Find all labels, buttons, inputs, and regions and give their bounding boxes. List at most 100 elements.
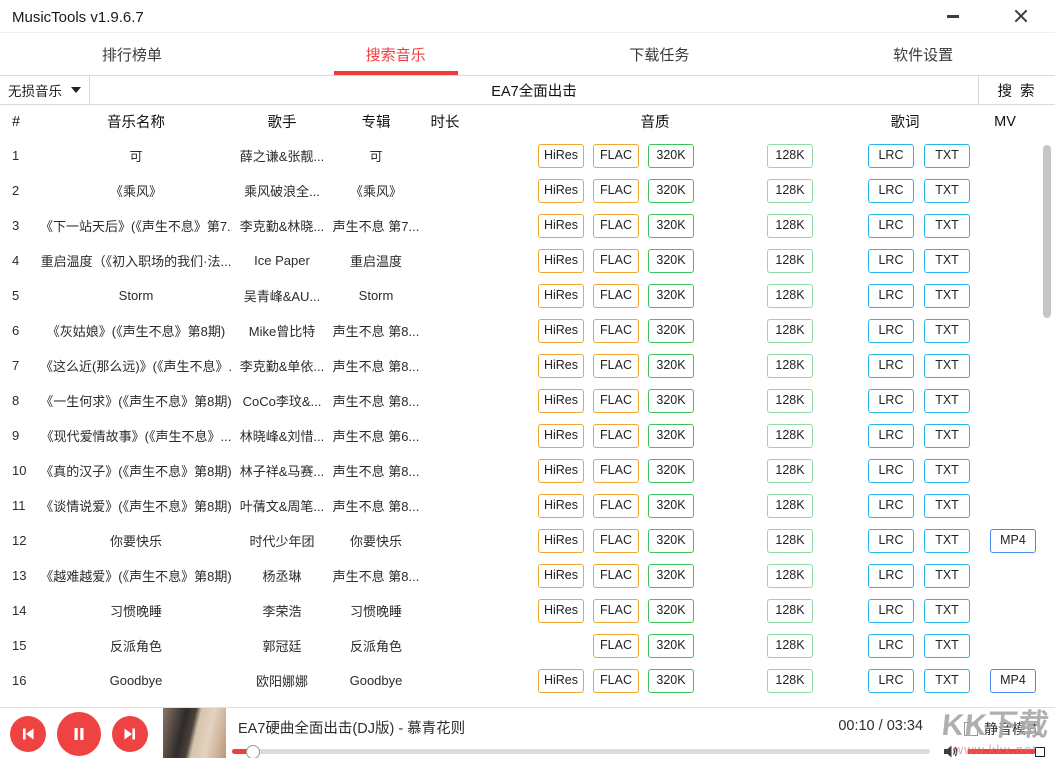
128k-download-button[interactable]: 128K bbox=[767, 564, 813, 588]
close-button[interactable] bbox=[987, 0, 1055, 32]
320k-download-button[interactable]: 320K bbox=[648, 529, 694, 553]
search-button[interactable]: 搜 索 bbox=[978, 76, 1055, 104]
mp4-download-button[interactable]: MP4 bbox=[990, 529, 1036, 553]
flac-download-button[interactable]: FLAC bbox=[593, 179, 639, 203]
lrc-download-button[interactable]: LRC bbox=[868, 389, 914, 413]
320k-download-button[interactable]: 320K bbox=[648, 424, 694, 448]
hires-download-button[interactable]: HiRes bbox=[538, 319, 584, 343]
320k-download-button[interactable]: 320K bbox=[648, 669, 694, 693]
lrc-download-button[interactable]: LRC bbox=[868, 529, 914, 553]
volume-thumb[interactable] bbox=[1035, 747, 1045, 757]
txt-download-button[interactable]: TXT bbox=[924, 249, 970, 273]
128k-download-button[interactable]: 128K bbox=[767, 249, 813, 273]
txt-download-button[interactable]: TXT bbox=[924, 529, 970, 553]
pause-button[interactable] bbox=[57, 712, 101, 756]
txt-download-button[interactable]: TXT bbox=[924, 389, 970, 413]
lrc-download-button[interactable]: LRC bbox=[868, 634, 914, 658]
flac-download-button[interactable]: FLAC bbox=[593, 599, 639, 623]
hires-download-button[interactable]: HiRes bbox=[538, 179, 584, 203]
128k-download-button[interactable]: 128K bbox=[767, 354, 813, 378]
lrc-download-button[interactable]: LRC bbox=[868, 424, 914, 448]
hires-download-button[interactable]: HiRes bbox=[538, 494, 584, 518]
music-source-dropdown[interactable]: 无损音乐 bbox=[0, 76, 90, 104]
txt-download-button[interactable]: TXT bbox=[924, 284, 970, 308]
tab-search-music[interactable]: 搜索音乐 bbox=[264, 33, 528, 75]
lrc-download-button[interactable]: LRC bbox=[868, 564, 914, 588]
mute-checkbox[interactable] bbox=[964, 722, 978, 736]
320k-download-button[interactable]: 320K bbox=[648, 599, 694, 623]
128k-download-button[interactable]: 128K bbox=[767, 424, 813, 448]
hires-download-button[interactable]: HiRes bbox=[538, 529, 584, 553]
128k-download-button[interactable]: 128K bbox=[767, 389, 813, 413]
hires-download-button[interactable]: HiRes bbox=[538, 144, 584, 168]
txt-download-button[interactable]: TXT bbox=[924, 144, 970, 168]
txt-download-button[interactable]: TXT bbox=[924, 214, 970, 238]
txt-download-button[interactable]: TXT bbox=[924, 494, 970, 518]
lrc-download-button[interactable]: LRC bbox=[868, 214, 914, 238]
lrc-download-button[interactable]: LRC bbox=[868, 249, 914, 273]
hires-download-button[interactable]: HiRes bbox=[538, 599, 584, 623]
next-track-button[interactable] bbox=[112, 716, 148, 752]
flac-download-button[interactable]: FLAC bbox=[593, 634, 639, 658]
flac-download-button[interactable]: FLAC bbox=[593, 564, 639, 588]
progress-slider[interactable] bbox=[232, 749, 930, 754]
hires-download-button[interactable]: HiRes bbox=[538, 214, 584, 238]
volume-slider[interactable] bbox=[968, 749, 1040, 754]
320k-download-button[interactable]: 320K bbox=[648, 459, 694, 483]
txt-download-button[interactable]: TXT bbox=[924, 179, 970, 203]
flac-download-button[interactable]: FLAC bbox=[593, 669, 639, 693]
hires-download-button[interactable]: HiRes bbox=[538, 564, 584, 588]
flac-download-button[interactable]: FLAC bbox=[593, 249, 639, 273]
lrc-download-button[interactable]: LRC bbox=[868, 459, 914, 483]
search-input[interactable] bbox=[90, 76, 978, 104]
flac-download-button[interactable]: FLAC bbox=[593, 389, 639, 413]
flac-download-button[interactable]: FLAC bbox=[593, 424, 639, 448]
128k-download-button[interactable]: 128K bbox=[767, 144, 813, 168]
txt-download-button[interactable]: TXT bbox=[924, 599, 970, 623]
flac-download-button[interactable]: FLAC bbox=[593, 319, 639, 343]
lrc-download-button[interactable]: LRC bbox=[868, 144, 914, 168]
tab-settings[interactable]: 软件设置 bbox=[791, 33, 1055, 75]
128k-download-button[interactable]: 128K bbox=[767, 634, 813, 658]
txt-download-button[interactable]: TXT bbox=[924, 634, 970, 658]
hires-download-button[interactable]: HiRes bbox=[538, 459, 584, 483]
hires-download-button[interactable]: HiRes bbox=[538, 389, 584, 413]
flac-download-button[interactable]: FLAC bbox=[593, 494, 639, 518]
320k-download-button[interactable]: 320K bbox=[648, 214, 694, 238]
128k-download-button[interactable]: 128K bbox=[767, 319, 813, 343]
hires-download-button[interactable]: HiRes bbox=[538, 354, 584, 378]
flac-download-button[interactable]: FLAC bbox=[593, 459, 639, 483]
320k-download-button[interactable]: 320K bbox=[648, 389, 694, 413]
hires-download-button[interactable]: HiRes bbox=[538, 249, 584, 273]
minimize-button[interactable] bbox=[919, 0, 987, 32]
flac-download-button[interactable]: FLAC bbox=[593, 284, 639, 308]
progress-thumb[interactable] bbox=[246, 745, 260, 758]
320k-download-button[interactable]: 320K bbox=[648, 634, 694, 658]
tab-rankings[interactable]: 排行榜单 bbox=[0, 33, 264, 75]
lrc-download-button[interactable]: LRC bbox=[868, 354, 914, 378]
flac-download-button[interactable]: FLAC bbox=[593, 529, 639, 553]
320k-download-button[interactable]: 320K bbox=[648, 354, 694, 378]
lrc-download-button[interactable]: LRC bbox=[868, 599, 914, 623]
txt-download-button[interactable]: TXT bbox=[924, 564, 970, 588]
lrc-download-button[interactable]: LRC bbox=[868, 284, 914, 308]
128k-download-button[interactable]: 128K bbox=[767, 459, 813, 483]
128k-download-button[interactable]: 128K bbox=[767, 669, 813, 693]
txt-download-button[interactable]: TXT bbox=[924, 669, 970, 693]
320k-download-button[interactable]: 320K bbox=[648, 564, 694, 588]
320k-download-button[interactable]: 320K bbox=[648, 319, 694, 343]
hires-download-button[interactable]: HiRes bbox=[538, 284, 584, 308]
flac-download-button[interactable]: FLAC bbox=[593, 354, 639, 378]
320k-download-button[interactable]: 320K bbox=[648, 249, 694, 273]
hires-download-button[interactable]: HiRes bbox=[538, 424, 584, 448]
128k-download-button[interactable]: 128K bbox=[767, 284, 813, 308]
txt-download-button[interactable]: TXT bbox=[924, 459, 970, 483]
txt-download-button[interactable]: TXT bbox=[924, 354, 970, 378]
128k-download-button[interactable]: 128K bbox=[767, 494, 813, 518]
320k-download-button[interactable]: 320K bbox=[648, 284, 694, 308]
lrc-download-button[interactable]: LRC bbox=[868, 319, 914, 343]
320k-download-button[interactable]: 320K bbox=[648, 494, 694, 518]
mp4-download-button[interactable]: MP4 bbox=[990, 669, 1036, 693]
lrc-download-button[interactable]: LRC bbox=[868, 669, 914, 693]
320k-download-button[interactable]: 320K bbox=[648, 144, 694, 168]
